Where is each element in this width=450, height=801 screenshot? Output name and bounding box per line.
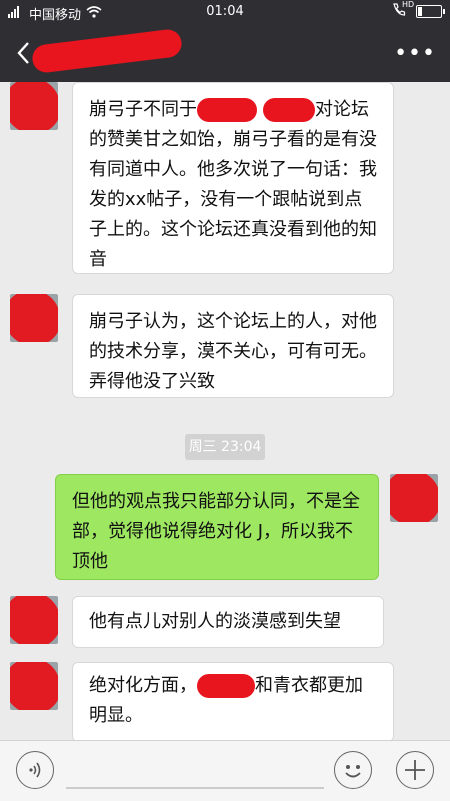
redaction-mark (197, 674, 255, 698)
more-button[interactable]: ••• (394, 41, 436, 66)
avatar-self[interactable] (390, 474, 438, 522)
redacted-contact-name (30, 27, 184, 75)
hd-call-icon: HD (392, 0, 414, 19)
emoji-button[interactable] (334, 751, 372, 789)
redaction-mark (263, 98, 315, 122)
status-bar: 中国移动 01:04 HD (0, 0, 450, 25)
more-icon: ••• (394, 41, 436, 66)
avatar[interactable] (10, 596, 58, 644)
battery-icon (416, 4, 445, 18)
avatar[interactable] (10, 662, 58, 710)
nav-bar: ••• (0, 25, 450, 82)
voice-icon (29, 762, 41, 778)
message-text: 但他的观点我只能部分认同，不是全部，觉得他说得绝对化 J，所以我不顶他 (72, 491, 360, 572)
avatar[interactable] (10, 294, 58, 342)
clock: 01:04 (206, 4, 244, 19)
message-bubble-sent[interactable]: 但他的观点我只能部分认同，不是全部，觉得他说得绝对化 J，所以我不顶他 (55, 474, 379, 580)
emoji-icon (345, 765, 361, 778)
message-text: 他有点儿对别人的淡漠感到失望 (89, 611, 341, 632)
plus-icon (405, 760, 425, 780)
message-text: 崩弓子认为，这个论坛上的人，对他的技术分享，漠不关心，可有可无。弄得他没了兴致 (89, 311, 377, 392)
avatar[interactable] (10, 82, 58, 130)
voice-button[interactable] (16, 751, 54, 789)
chat-area[interactable]: 崩弓子不同于 对论坛的赞美甘之如饴，崩弓子看的是有没有同道中人。他多次说了一句话：… (0, 82, 450, 740)
message-bubble[interactable]: 崩弓子不同于 对论坛的赞美甘之如饴，崩弓子看的是有没有同道中人。他多次说了一句话：… (72, 82, 394, 274)
message-text: 崩弓子不同于 (89, 99, 197, 120)
message-text: 绝对化方面， (89, 675, 197, 696)
hd-label: HD (402, 0, 415, 9)
message-input[interactable] (66, 787, 324, 789)
message-bubble[interactable]: 崩弓子认为，这个论坛上的人，对他的技术分享，漠不关心，可有可无。弄得他没了兴致 (72, 294, 394, 398)
input-bar (0, 740, 450, 801)
message-bubble[interactable]: 他有点儿对别人的淡漠感到失望 (72, 596, 384, 648)
redaction-mark (197, 98, 257, 122)
plus-button[interactable] (396, 751, 434, 789)
message-text: 对论坛的赞美甘之如饴，崩弓子看的是有没有同道中人。他多次说了一句话：我发的xx帖… (89, 99, 377, 270)
timestamp: 周三 23:04 (185, 434, 265, 460)
message-bubble[interactable]: 绝对化方面， 和青衣都更加明显。 (72, 662, 394, 740)
